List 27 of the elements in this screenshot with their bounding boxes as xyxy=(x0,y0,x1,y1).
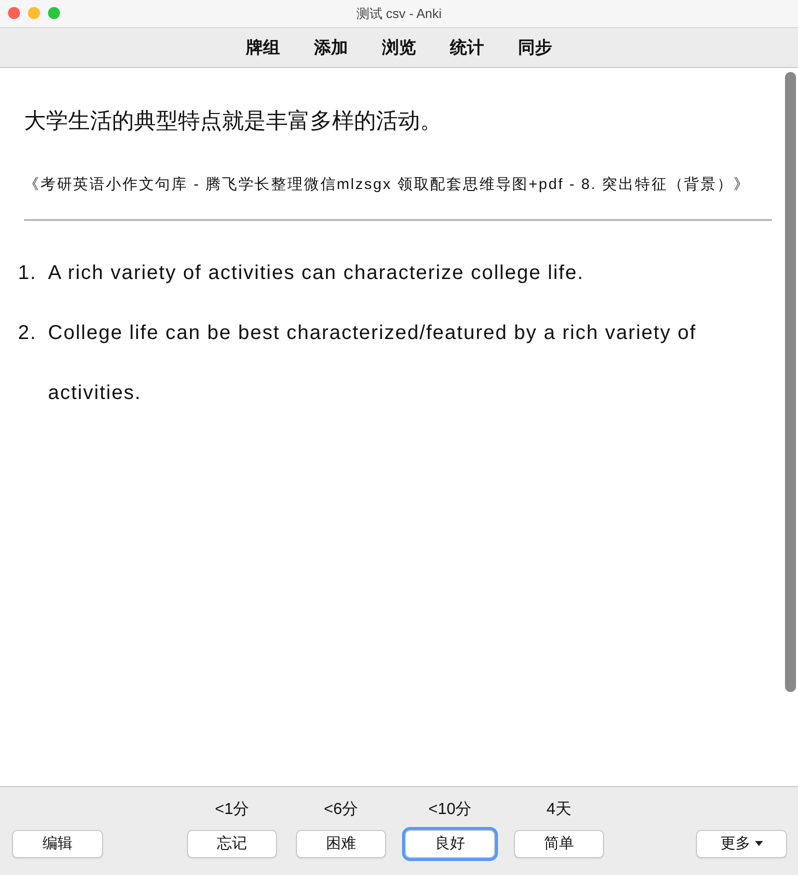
answer-button[interactable]: 忘记 xyxy=(187,830,277,858)
answer-sentence: A rich variety of activities can characterize college life. xyxy=(48,261,584,286)
caret-icon xyxy=(754,841,762,846)
edit-button[interactable]: 编辑 xyxy=(12,830,103,858)
zoom-button[interactable] xyxy=(48,7,60,19)
list-number: 2. xyxy=(18,321,38,346)
question-text: 大学生活的典型特点就是丰富多样的活动。 xyxy=(24,107,443,135)
source-text: 《考研英语小作文句库 - 腾飞学长整理微信mlzsgx 领取配套思维导图+pdf - 8. 突出特征（背景）》 xyxy=(24,175,751,195)
window-title: 测试 csv - Anki xyxy=(356,4,442,23)
interval-label: <1分 xyxy=(214,800,250,820)
scrollbar-thumb[interactable] xyxy=(785,72,796,692)
toolbar-link[interactable]: 浏览 xyxy=(382,34,416,60)
toolbar-link[interactable]: 同步 xyxy=(518,34,552,60)
interval-label: <6分 xyxy=(324,800,358,820)
interval-label: <10分 xyxy=(428,800,472,820)
more-button[interactable]: 更多 xyxy=(696,830,787,858)
answer-sentence: College life can be best characterized/featured by a rich variety of activities. xyxy=(48,321,698,406)
interval-label: 4天 xyxy=(546,800,572,820)
answer-button[interactable]: 简单 xyxy=(514,830,604,858)
answer-button[interactable]: 良好 xyxy=(405,830,495,858)
answer-button[interactable]: 困难 xyxy=(296,830,386,858)
list-number: 1. xyxy=(18,261,38,286)
close-button[interactable] xyxy=(8,7,20,19)
toolbar-link[interactable]: 牌组 xyxy=(246,34,280,60)
toolbar-link[interactable]: 添加 xyxy=(314,34,348,60)
minimize-button[interactable] xyxy=(28,7,40,19)
toolbar-link[interactable]: 统计 xyxy=(450,34,484,60)
